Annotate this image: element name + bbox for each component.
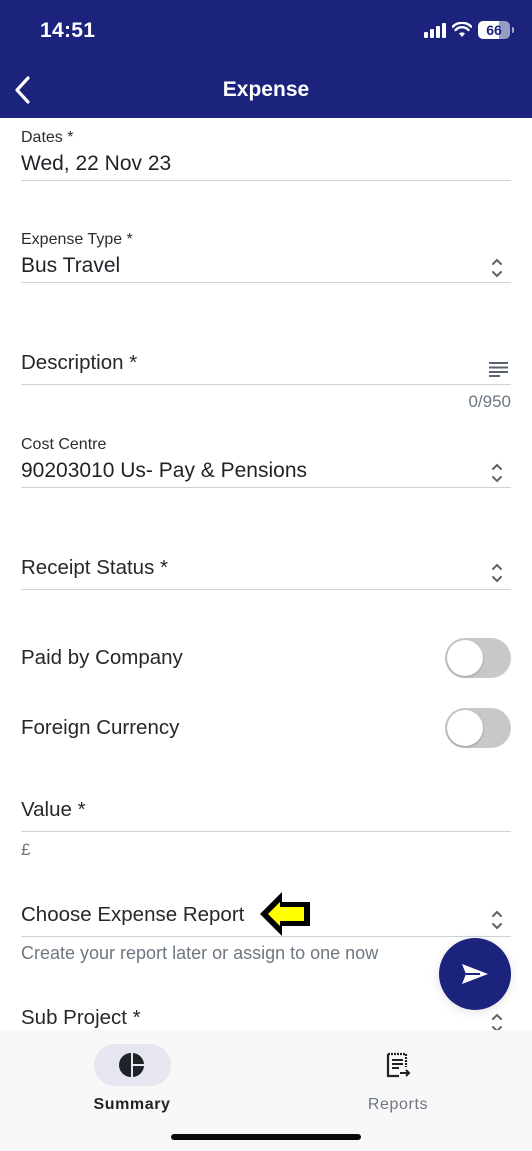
dates-field[interactable]: Dates * Wed, 22 Nov 23 [21, 129, 511, 181]
expense-type-label: Expense Type * [21, 231, 133, 248]
expense-report-helper: Create your report later or assign to on… [21, 943, 379, 963]
receipt-icon [386, 1052, 411, 1078]
sub-project-select[interactable]: Sub Project * [21, 1006, 511, 1030]
tab-reports[interactable]: Reports [338, 1044, 458, 1114]
dates-underline [21, 180, 511, 181]
toggle-knob [447, 710, 483, 746]
battery-icon: 66 [478, 21, 514, 39]
text-lines-icon [489, 362, 508, 377]
description-underline [21, 384, 511, 385]
app-header: 14:51 66 Expense [0, 0, 532, 118]
description-counter: 0/950 [468, 392, 511, 411]
foreign-currency-toggle[interactable] [445, 708, 511, 748]
foreign-currency-label: Foreign Currency [21, 716, 180, 739]
yellow-arrow-left-icon [260, 892, 310, 936]
cost-centre-value: 90203010 Us- Pay & Pensions [21, 459, 308, 482]
battery-level: 66 [486, 22, 502, 38]
expense-type-select[interactable]: Expense Type * Bus Travel [21, 231, 511, 283]
value-label: Value * [21, 798, 86, 821]
paid-by-company-label: Paid by Company [21, 646, 183, 669]
bottom-nav: Summary Reports [0, 1030, 532, 1151]
cost-centre-label: Cost Centre [21, 436, 107, 453]
updown-chevron-icon [492, 1013, 502, 1030]
send-button[interactable] [439, 938, 511, 1010]
tab-reports-label: Reports [367, 1096, 429, 1113]
send-icon [462, 964, 488, 984]
sub-project-label: Sub Project * [21, 1006, 141, 1029]
updown-chevron-icon [492, 910, 502, 930]
tab-summary-label: Summary [93, 1096, 171, 1113]
cost-centre-underline [21, 487, 511, 488]
expense-type-value: Bus Travel [21, 254, 121, 277]
description-label: Description * [21, 351, 138, 374]
updown-chevron-icon [492, 563, 502, 583]
pie-chart-icon [119, 1053, 144, 1077]
receipt-status-select[interactable]: Receipt Status * [21, 556, 511, 590]
paid-by-company-toggle[interactable] [445, 638, 511, 678]
status-icons: 66 [424, 21, 514, 39]
expense-type-underline [21, 282, 511, 283]
updown-chevron-icon [492, 258, 502, 278]
receipt-status-label: Receipt Status * [21, 556, 168, 579]
tab-reports-pill [360, 1044, 437, 1086]
receipt-status-underline [21, 589, 511, 590]
wifi-icon [452, 22, 472, 37]
status-time: 14:51 [40, 19, 96, 42]
updown-chevron-icon [492, 463, 502, 483]
tab-summary[interactable]: Summary [72, 1044, 192, 1114]
currency-symbol: £ [21, 840, 31, 859]
dates-value: Wed, 22 Nov 23 [21, 152, 172, 175]
page-title: Expense [222, 78, 310, 101]
value-input[interactable]: Value * [21, 798, 511, 832]
cost-centre-select[interactable]: Cost Centre 90203010 Us- Pay & Pensions [21, 436, 511, 488]
tab-summary-pill [93, 1044, 171, 1086]
description-input[interactable]: Description * [21, 351, 511, 385]
value-underline [21, 831, 511, 832]
dates-label: Dates * [21, 129, 74, 146]
home-indicator [171, 1134, 361, 1140]
toggle-knob [447, 640, 483, 676]
signal-icon [424, 22, 446, 38]
